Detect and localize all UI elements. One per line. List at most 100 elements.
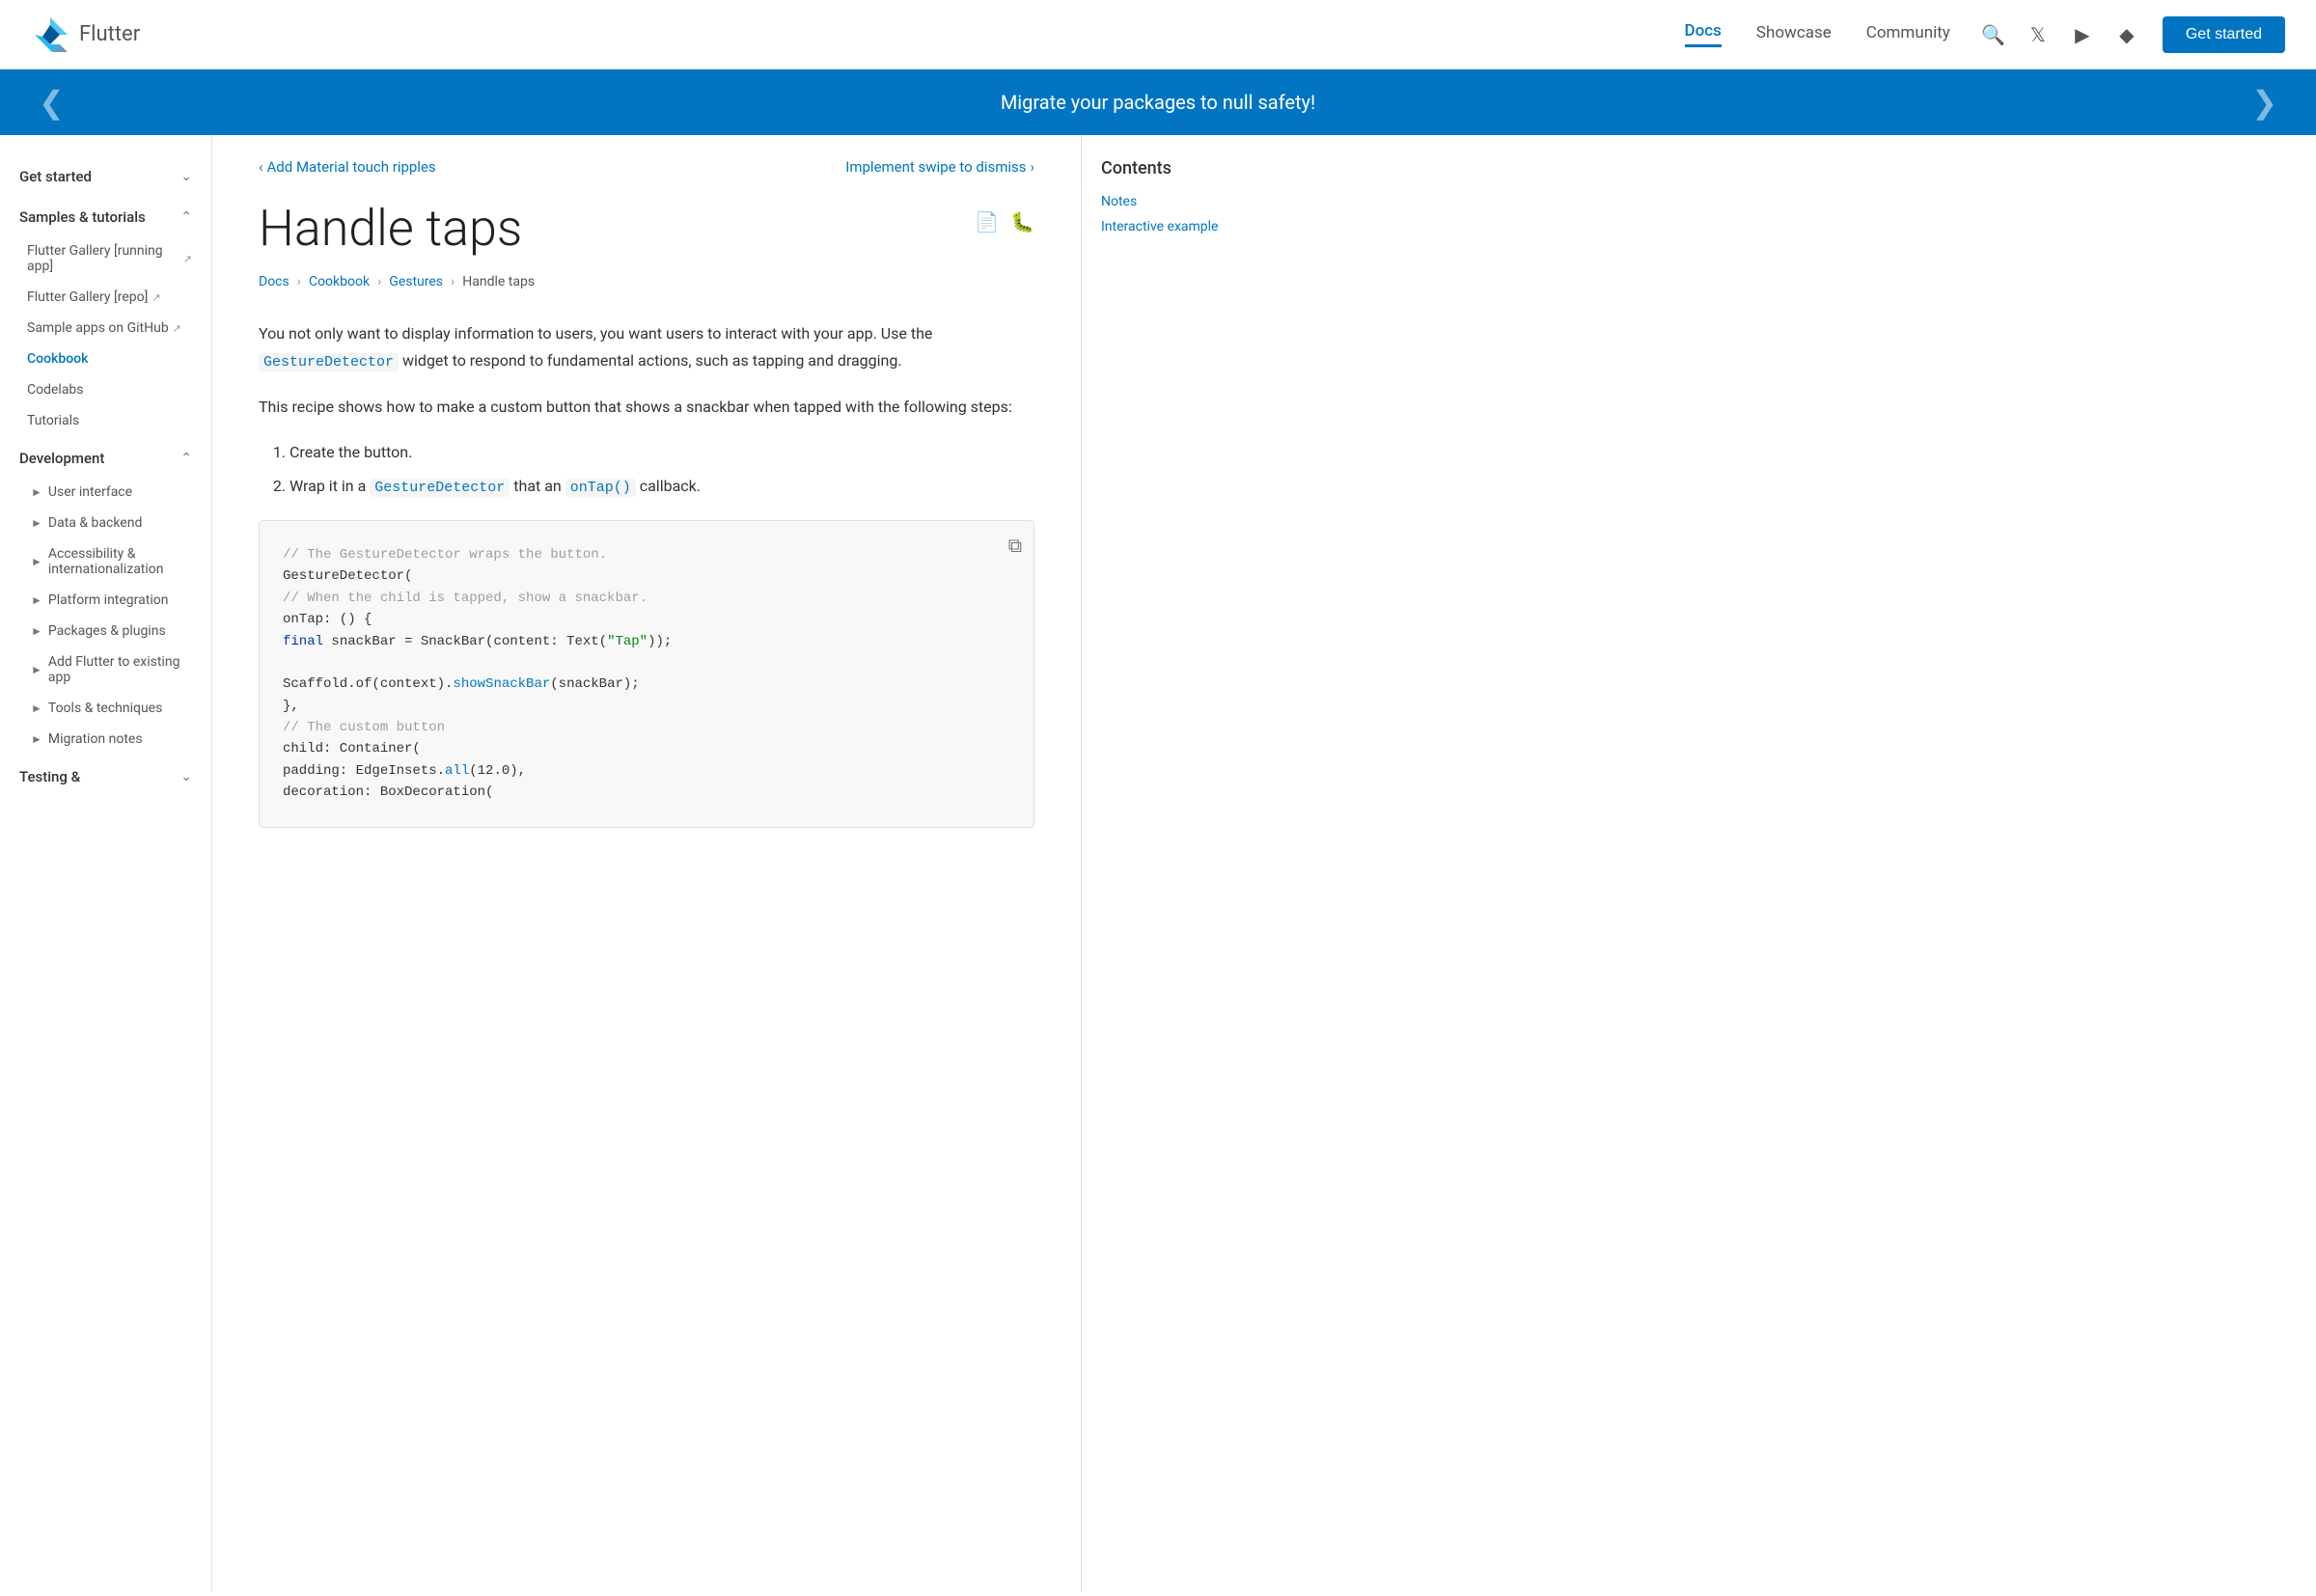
code-line-7: Scaffold.of(context).showSnackBar(snackB… <box>283 674 1010 695</box>
code-line-4: onTap: () { <box>283 609 1010 630</box>
arrow-right-icon: ► <box>31 702 42 715</box>
sidebar-section-get-started: Get started ⌄ <box>0 158 211 195</box>
sidebar-development-header[interactable]: Development ⌃ <box>0 440 211 477</box>
youtube-icon[interactable]: ▶ <box>2070 22 2095 47</box>
sidebar: Get started ⌄ Samples & tutorials ⌃ Flut… <box>0 135 212 1592</box>
copy-button[interactable]: ⧉ <box>1008 533 1022 564</box>
sidebar-item-label: Flutter Gallery [running app] <box>27 243 179 274</box>
contents-title: Contents <box>1101 158 1274 179</box>
next-page-link[interactable]: Implement swipe to dismiss › <box>845 158 1034 176</box>
sidebar-section-development: Development ⌃ ► User interface ► Data & … <box>0 440 211 755</box>
sidebar-item-codelabs[interactable]: Codelabs <box>0 374 211 405</box>
breadcrumb-cookbook[interactable]: Cookbook <box>309 274 370 289</box>
sidebar-item-flutter-gallery-repo[interactable]: Flutter Gallery [repo] ↗ <box>0 282 211 313</box>
sidebar-item-migration-notes[interactable]: ► Migration notes <box>0 724 211 755</box>
code-line-10: child: Container( <box>283 738 1010 759</box>
sidebar-item-flutter-gallery-running[interactable]: Flutter Gallery [running app] ↗ <box>0 235 211 282</box>
main-nav: Docs Showcase Community <box>1685 21 1950 47</box>
next-page-label: Implement swipe to dismiss <box>845 158 1026 176</box>
sidebar-item-label: Accessibility & internationalization <box>48 546 192 577</box>
main-content: ‹ Add Material touch ripples Implement s… <box>212 135 1081 1592</box>
contents-link-notes[interactable]: Notes <box>1101 194 1274 209</box>
sidebar-item-label: Sample apps on GitHub <box>27 320 169 336</box>
banner-prev-arrow[interactable]: ❮ <box>39 84 65 121</box>
bug-icon[interactable]: 🐛 <box>1010 210 1034 234</box>
arrow-right-icon: ► <box>31 516 42 530</box>
external-link-icon: ↗ <box>173 322 181 335</box>
arrow-right-icon: ► <box>31 485 42 499</box>
sidebar-samples-header[interactable]: Samples & tutorials ⌃ <box>0 199 211 235</box>
sidebar-item-platform-integration[interactable]: ► Platform integration <box>0 585 211 616</box>
twitter-icon[interactable]: 𝕏 <box>2026 22 2051 47</box>
header-icon-group: 🔍 𝕏 ▶ ◆ <box>1981 22 2139 47</box>
code-line-1: // The GestureDetector wraps the button. <box>283 544 1010 565</box>
sidebar-item-label: Tools & techniques <box>48 701 162 716</box>
breadcrumb-sep-2: › <box>377 274 381 289</box>
sidebar-item-label: Tutorials <box>27 413 79 428</box>
sidebar-item-sample-apps[interactable]: Sample apps on GitHub ↗ <box>0 313 211 344</box>
gesture-detector-link-2[interactable]: GestureDetector <box>370 479 510 497</box>
nav-showcase[interactable]: Showcase <box>1756 23 1832 46</box>
github-icon[interactable]: ◆ <box>2114 22 2139 47</box>
arrow-right-icon: ► <box>31 732 42 746</box>
external-link-icon: ↗ <box>183 253 192 265</box>
sidebar-development-label: Development <box>19 450 104 467</box>
chevron-up-icon: ⌃ <box>180 451 192 466</box>
sidebar-item-add-flutter[interactable]: ► Add Flutter to existing app <box>0 647 211 693</box>
arrow-right-icon: ► <box>31 663 42 676</box>
nav-community[interactable]: Community <box>1866 23 1950 46</box>
code-line-9: // The custom button <box>283 717 1010 738</box>
contents-link-interactive-example[interactable]: Interactive example <box>1101 219 1274 234</box>
banner-text: Migrate your packages to null safety! <box>1001 91 1315 114</box>
chevron-up-icon: ⌃ <box>180 209 192 225</box>
ontap-link[interactable]: onTap() <box>565 479 636 497</box>
file-icon[interactable]: 📄 <box>975 210 999 234</box>
breadcrumb-current: Handle taps <box>462 274 535 289</box>
sidebar-item-label: User interface <box>48 484 132 500</box>
chevron-down-icon: ⌄ <box>180 769 192 784</box>
sidebar-get-started-header[interactable]: Get started ⌄ <box>0 158 211 195</box>
code-line-8: }, <box>283 696 1010 717</box>
nav-docs[interactable]: Docs <box>1685 21 1722 47</box>
gesture-detector-link-1[interactable]: GestureDetector <box>259 353 399 371</box>
sidebar-testing-header[interactable]: Testing & ⌄ <box>0 758 211 795</box>
code-line-11: padding: EdgeInsets.all(12.0), <box>283 760 1010 782</box>
breadcrumb-gestures[interactable]: Gestures <box>389 274 443 289</box>
step-1: Create the button. <box>290 439 1034 465</box>
sidebar-item-label: Codelabs <box>27 382 84 398</box>
arrow-right-icon: ► <box>31 624 42 638</box>
page-title-area: Handle taps 📄 🐛 <box>259 199 1034 259</box>
arrow-right-icon: ► <box>31 593 42 607</box>
banner-next-arrow[interactable]: ❯ <box>2251 84 2277 121</box>
sidebar-item-cookbook[interactable]: Cookbook <box>0 344 211 374</box>
sidebar-item-label: Flutter Gallery [repo] <box>27 289 148 305</box>
arrow-right-icon: ► <box>31 555 42 568</box>
code-line-12: decoration: BoxDecoration( <box>283 782 1010 803</box>
steps-list: Create the button. Wrap it in a GestureD… <box>259 439 1034 501</box>
sidebar-item-tutorials[interactable]: Tutorials <box>0 405 211 436</box>
code-line-5: final snackBar = SnackBar(content: Text(… <box>283 631 1010 652</box>
sidebar-section-samples: Samples & tutorials ⌃ Flutter Gallery [r… <box>0 199 211 436</box>
sidebar-item-data-backend[interactable]: ► Data & backend <box>0 508 211 538</box>
logo[interactable]: Flutter <box>31 15 140 54</box>
logo-text: Flutter <box>79 22 140 46</box>
search-icon[interactable]: 🔍 <box>1981 22 2006 47</box>
code-line-3: // When the child is tapped, show a snac… <box>283 588 1010 609</box>
header: Flutter Docs Showcase Community 🔍 𝕏 ▶ ◆ … <box>0 0 2316 69</box>
sidebar-item-packages-plugins[interactable]: ► Packages & plugins <box>0 616 211 647</box>
prev-page-label: Add Material touch ripples <box>267 158 436 176</box>
page-title: Handle taps <box>259 199 522 259</box>
sidebar-item-accessibility[interactable]: ► Accessibility & internationalization <box>0 538 211 585</box>
sidebar-item-label: Data & backend <box>48 515 142 531</box>
sidebar-item-user-interface[interactable]: ► User interface <box>0 477 211 508</box>
get-started-button[interactable]: Get started <box>2163 16 2285 53</box>
sidebar-item-tools-techniques[interactable]: ► Tools & techniques <box>0 693 211 724</box>
sidebar-get-started-label: Get started <box>19 168 92 185</box>
breadcrumb-sep-3: › <box>451 274 455 289</box>
content-body: You not only want to display information… <box>259 320 1034 827</box>
chevron-left-icon: ‹ <box>259 158 263 176</box>
breadcrumb-docs[interactable]: Docs <box>259 274 290 289</box>
code-block: ⧉ // The GestureDetector wraps the butto… <box>259 520 1034 828</box>
sidebar-samples-label: Samples & tutorials <box>19 208 146 226</box>
prev-page-link[interactable]: ‹ Add Material touch ripples <box>259 158 436 176</box>
